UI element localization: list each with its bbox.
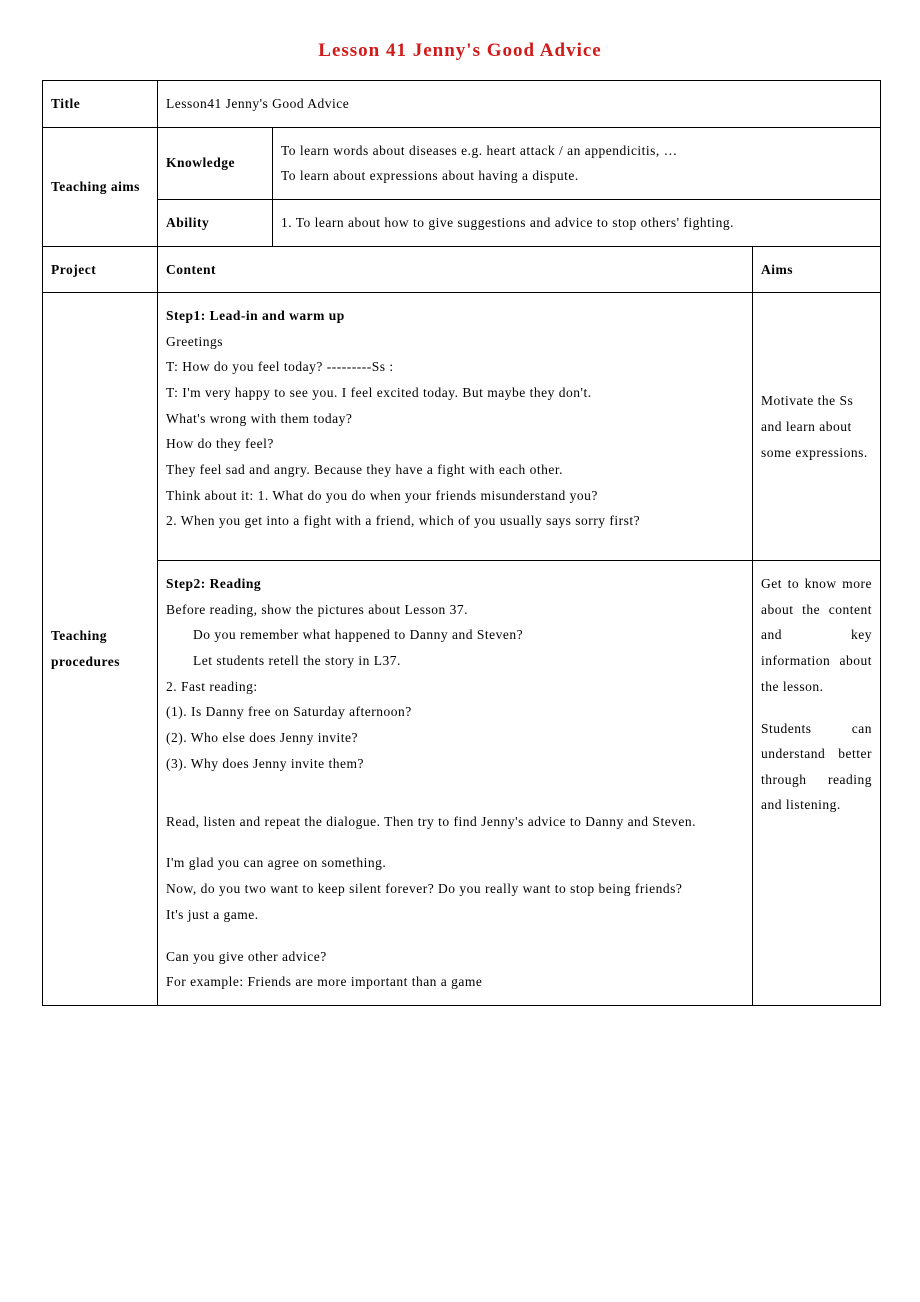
step2-heading: Step2: Reading (166, 571, 744, 597)
step2-line: (2). Who else does Jenny invite? (166, 725, 744, 751)
table-row: Teaching procedures Step1: Lead-in and w… (43, 293, 881, 561)
step2-aims-1: Get to know more about the content and k… (761, 571, 872, 699)
teaching-aims-label: Teaching aims (43, 127, 158, 246)
step2-line: Do you remember what happened to Danny a… (166, 622, 744, 648)
step1-line: Think about it: 1. What do you do when y… (166, 483, 744, 509)
table-row: Teaching aims Knowledge To learn words a… (43, 127, 881, 199)
project-label: Project (43, 246, 158, 293)
table-row: Ability 1. To learn about how to give su… (43, 199, 881, 246)
table-row: Title Lesson41 Jenny's Good Advice (43, 81, 881, 128)
title-label: Title (43, 81, 158, 128)
content-label: Content (158, 246, 753, 293)
step2-line: Can you give other advice? (166, 944, 744, 970)
step1-line: What's wrong with them today? (166, 406, 744, 432)
step2-line: (3). Why does Jenny invite them? (166, 751, 744, 777)
step2-line: For example: Friends are more important … (166, 969, 744, 995)
step1-line: Greetings (166, 329, 744, 355)
step2-line: Before reading, show the pictures about … (166, 597, 744, 623)
step2-line: 2. Fast reading: (166, 674, 744, 700)
lesson-plan-table: Title Lesson41 Jenny's Good Advice Teach… (42, 80, 881, 1006)
step2-line: Read, listen and repeat the dialogue. Th… (166, 809, 744, 835)
page-title: Lesson 41 Jenny's Good Advice (42, 40, 878, 62)
step2-line: Let students retell the story in L37. (166, 648, 744, 674)
step2-aims-2: Students can understand better through r… (761, 716, 872, 819)
step1-aims: Motivate the Ss and learn about some exp… (753, 293, 881, 561)
step2-aims: Get to know more about the content and k… (753, 561, 881, 1006)
ability-label: Ability (158, 199, 273, 246)
procedures-label: Teaching procedures (43, 293, 158, 1006)
title-value: Lesson41 Jenny's Good Advice (158, 81, 881, 128)
step1-line: How do they feel? (166, 431, 744, 457)
step2-line: Now, do you two want to keep silent fore… (166, 876, 744, 902)
step2-line: It's just a game. (166, 902, 744, 928)
knowledge-label: Knowledge (158, 127, 273, 199)
step2-content: Step2: Reading Before reading, show the … (158, 561, 753, 1006)
step1-content: Step1: Lead-in and warm up Greetings T: … (158, 293, 753, 561)
step1-line: T: How do you feel today? ---------Ss : (166, 354, 744, 380)
step1-line: They feel sad and angry. Because they ha… (166, 457, 744, 483)
step1-line: 2. When you get into a fight with a frie… (166, 508, 744, 534)
knowledge-value: To learn words about diseases e.g. heart… (273, 127, 881, 199)
ability-value: 1. To learn about how to give suggestion… (273, 199, 881, 246)
table-row: Step2: Reading Before reading, show the … (43, 561, 881, 1006)
aims-label: Aims (753, 246, 881, 293)
step1-heading: Step1: Lead-in and warm up (166, 303, 744, 329)
step2-line: I'm glad you can agree on something. (166, 850, 744, 876)
table-row: Project Content Aims (43, 246, 881, 293)
step1-line: T: I'm very happy to see you. I feel exc… (166, 380, 744, 406)
step2-line: (1). Is Danny free on Saturday afternoon… (166, 699, 744, 725)
